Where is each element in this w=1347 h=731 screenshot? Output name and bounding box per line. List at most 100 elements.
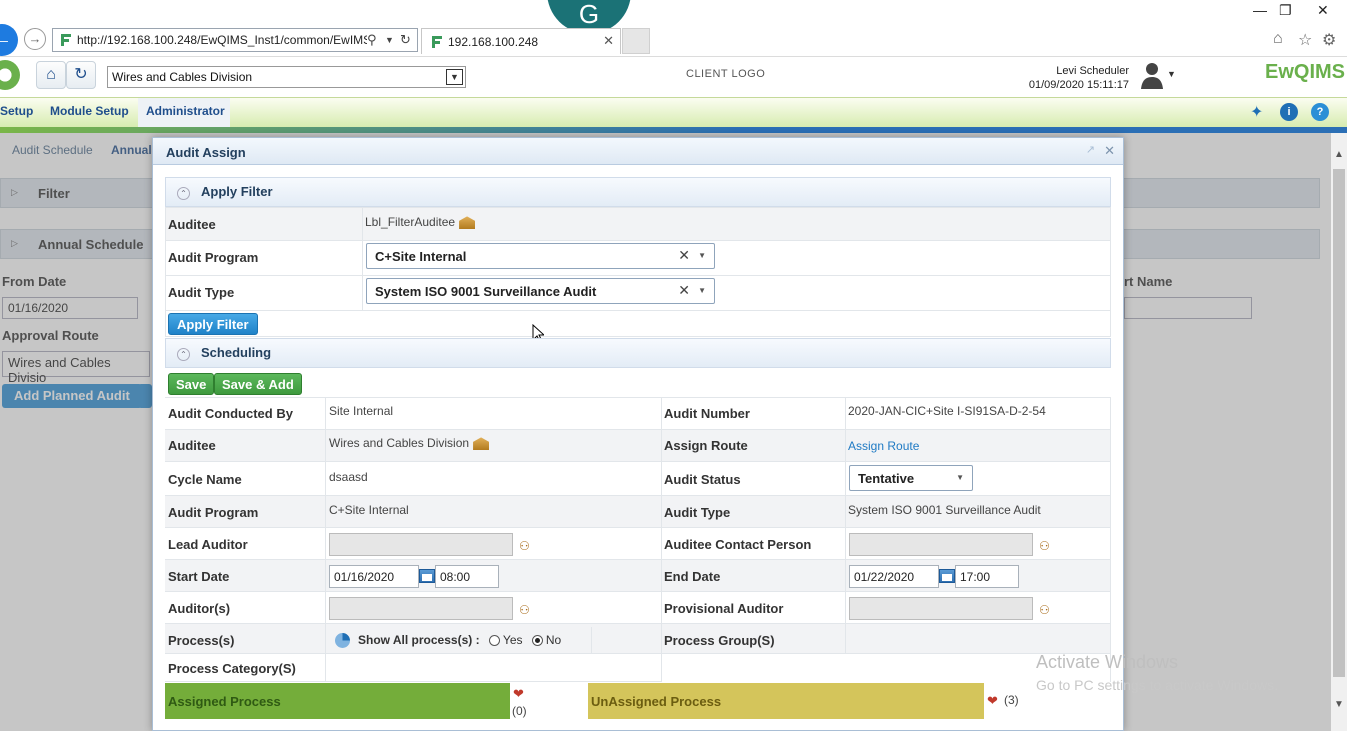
- address-bar[interactable]: http://192.168.100.248/EwQIMS_Inst1/comm…: [52, 28, 418, 52]
- scroll-thumb[interactable]: [1333, 169, 1345, 677]
- assigned-count: (0): [512, 704, 527, 718]
- auditors-input[interactable]: [329, 597, 513, 620]
- apply-filter-button[interactable]: Apply Filter: [168, 313, 258, 335]
- clear-icon[interactable]: ✕: [678, 247, 690, 264]
- user-avatar-icon[interactable]: [1140, 60, 1164, 90]
- refresh-button-icon[interactable]: ↻: [66, 61, 96, 89]
- unassigned-process-label: UnAssigned Process: [591, 694, 722, 709]
- users-picker-icon[interactable]: ⚇: [1039, 539, 1055, 553]
- chevron-down-icon[interactable]: ▼: [446, 69, 463, 85]
- brand-logo: EwQIMS: [1265, 61, 1346, 83]
- process-category-label: Process Category(S): [168, 661, 296, 676]
- collapse-chevron-icon[interactable]: ⌃: [177, 187, 190, 200]
- clear-icon[interactable]: ✕: [678, 282, 690, 299]
- auditors-label: Auditor(s): [168, 601, 231, 616]
- lead-auditor-input[interactable]: [329, 533, 513, 556]
- pin-icon[interactable]: ✦: [1250, 102, 1263, 122]
- audit-type-value: System ISO 9001 Surveillance Audit: [375, 284, 597, 299]
- auditee-contact-input[interactable]: [849, 533, 1033, 556]
- cycle-name-value: dsaasd: [329, 470, 368, 484]
- help-icon[interactable]: ?: [1311, 103, 1329, 121]
- no-radio[interactable]: [531, 635, 543, 647]
- user-info: Levi Scheduler 01/09/2020 15:11:17: [1029, 64, 1129, 92]
- refresh-icon[interactable]: ↻: [400, 32, 411, 48]
- column-divider: [845, 398, 846, 654]
- user-datetime: 01/09/2020 15:11:17: [1028, 79, 1129, 91]
- hearts-icon[interactable]: ❤: [513, 686, 524, 702]
- user-name: Levi Scheduler: [1056, 65, 1129, 77]
- show-all-label: Show All process(s) :: [358, 633, 480, 647]
- info-icon[interactable]: i: [1280, 103, 1298, 121]
- hearts-icon[interactable]: ❤: [987, 693, 998, 709]
- save-button[interactable]: Save: [168, 373, 215, 395]
- audit-type-select[interactable]: System ISO 9001 Surveillance Audit ✕ ▼: [366, 278, 715, 304]
- process-pie-icon[interactable]: [335, 633, 350, 648]
- start-date-input[interactable]: 01/16/2020: [329, 565, 419, 588]
- calendar-icon[interactable]: [939, 569, 955, 583]
- building-icon[interactable]: [459, 216, 476, 230]
- apply-filter-header[interactable]: ⌃ Apply Filter: [165, 177, 1111, 207]
- end-time-input[interactable]: 17:00: [955, 565, 1019, 588]
- end-date-input[interactable]: 01/22/2020: [849, 565, 939, 588]
- save-and-add-button[interactable]: Save & Add: [214, 373, 302, 395]
- dropdown-icon[interactable]: ▼: [385, 35, 394, 45]
- filter-auditee-row: [166, 208, 1110, 241]
- user-menu-chevron-icon[interactable]: ▼: [1167, 69, 1176, 79]
- minimize-icon[interactable]: —: [1253, 2, 1267, 18]
- audit-status-select[interactable]: Tentative ▼: [849, 465, 973, 491]
- close-tab-icon[interactable]: ✕: [603, 33, 614, 49]
- menu-item-setup[interactable]: Setup: [0, 104, 33, 118]
- home-icon[interactable]: ⌂: [1273, 30, 1283, 48]
- filter-type-label: Audit Type: [168, 285, 235, 300]
- close-window-icon[interactable]: ✕: [1317, 2, 1329, 19]
- audit-program-select[interactable]: C+Site Internal ✕ ▼: [366, 243, 715, 269]
- home-button-icon[interactable]: ⌂: [36, 61, 66, 89]
- restore-icon[interactable]: ❐: [1279, 2, 1292, 19]
- building-icon[interactable]: [473, 437, 490, 451]
- audit-status-value: Tentative: [858, 471, 915, 486]
- site-favicon-icon: [61, 34, 71, 46]
- chevron-down-icon[interactable]: ▼: [698, 286, 706, 295]
- assign-route-label: Assign Route: [664, 438, 748, 453]
- browser-tab[interactable]: 192.168.100.248 ✕: [421, 28, 621, 54]
- users-picker-icon[interactable]: ⚇: [519, 539, 535, 553]
- audit-status-label: Audit Status: [664, 472, 741, 487]
- start-date-label: Start Date: [168, 569, 230, 584]
- close-modal-icon[interactable]: ✕: [1104, 143, 1115, 159]
- scroll-down-icon[interactable]: ▼: [1334, 699, 1344, 710]
- vertical-scrollbar[interactable]: ▲ ▼: [1331, 133, 1347, 731]
- assign-route-link[interactable]: Assign Route: [848, 439, 919, 453]
- start-time-input[interactable]: 08:00: [435, 565, 499, 588]
- cycle-name-label: Cycle Name: [168, 472, 242, 487]
- scroll-up-icon[interactable]: ▲: [1334, 149, 1344, 160]
- provisional-auditor-input[interactable]: [849, 597, 1033, 620]
- audit-type-value: System ISO 9001 Surveillance Audit: [848, 503, 1041, 517]
- collapse-chevron-icon[interactable]: ⌃: [177, 348, 190, 361]
- address-url[interactable]: http://192.168.100.248/EwQIMS_Inst1/comm…: [77, 33, 367, 47]
- users-picker-icon[interactable]: ⚇: [519, 603, 535, 617]
- column-divider: [591, 627, 592, 653]
- chevron-down-icon[interactable]: ▼: [956, 473, 964, 482]
- scheduling-header[interactable]: ⌃ Scheduling: [165, 338, 1111, 368]
- settings-gear-icon[interactable]: ⚙: [1322, 30, 1336, 50]
- division-select[interactable]: Wires and Cables Division ▼: [107, 66, 466, 88]
- calendar-icon[interactable]: [419, 569, 435, 583]
- client-logo: CLIENT LOGO: [686, 68, 766, 80]
- menu-item-administrator[interactable]: Administrator: [146, 104, 225, 118]
- filter-auditee-value: Lbl_FilterAuditee: [365, 215, 476, 230]
- menu-item-module-setup[interactable]: Module Setup: [50, 104, 129, 118]
- search-icon[interactable]: ⚲: [367, 32, 377, 48]
- column-divider: [661, 398, 662, 682]
- modal-title-bar[interactable]: Audit Assign ↗ ✕: [153, 138, 1123, 165]
- modal-title: Audit Assign: [166, 145, 246, 160]
- favorites-star-icon[interactable]: ☆: [1298, 30, 1312, 50]
- forward-arrow-icon[interactable]: →: [24, 28, 46, 50]
- yes-radio[interactable]: [488, 635, 500, 647]
- chevron-down-icon[interactable]: ▼: [698, 251, 706, 260]
- activate-windows-subtitle: Go to PC settings to activate Windows.: [1036, 677, 1278, 693]
- users-picker-icon[interactable]: ⚇: [1039, 603, 1055, 617]
- popout-icon[interactable]: ↗: [1086, 143, 1095, 156]
- new-tab-button[interactable]: [622, 28, 650, 54]
- tab-favicon-icon: [432, 36, 442, 48]
- unassigned-count: (3): [1004, 693, 1019, 707]
